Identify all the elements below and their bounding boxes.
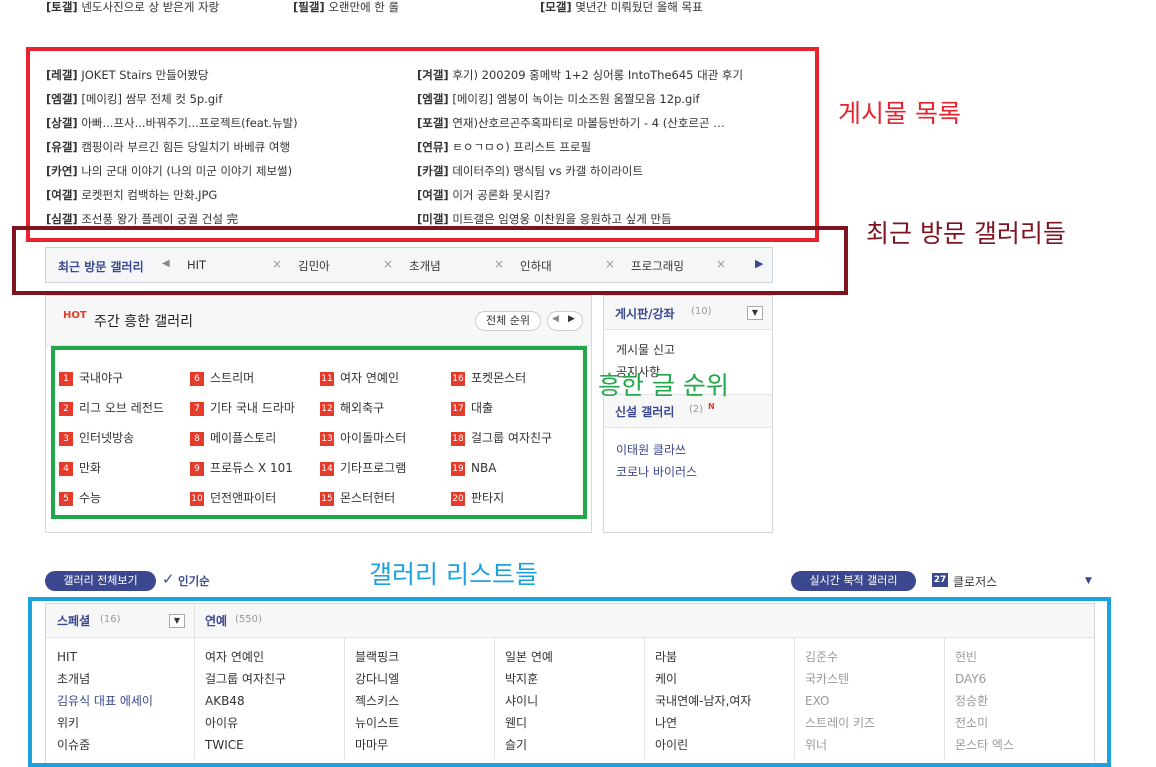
chevron-down-icon[interactable]: ▼ xyxy=(747,306,763,320)
lists-annotation-box xyxy=(28,597,1111,767)
board-title[interactable]: 게시판/강좌 xyxy=(615,305,675,322)
hot-annotation-box xyxy=(51,346,587,519)
popular-sort[interactable]: 인기순 xyxy=(178,573,210,589)
board-count: (10) xyxy=(691,306,712,317)
all-galleries-button[interactable]: 갤러리 전체보기 xyxy=(45,571,156,591)
new-gallery-item[interactable]: 이태원 클라쓰 xyxy=(616,441,686,458)
hot-badge: HOT xyxy=(63,310,87,321)
posts-annotation-label: 게시물 목록 xyxy=(838,99,961,128)
recent-annotation-box xyxy=(12,226,848,295)
new-gallery-item[interactable]: 코로나 바이러스 xyxy=(616,463,697,480)
lists-annotation-label: 갤러리 리스트들 xyxy=(369,560,538,589)
realtime-galleries-button[interactable]: 실시간 북적 갤러리 xyxy=(791,571,916,591)
full-rank-button[interactable]: 전체 순위 xyxy=(475,311,541,331)
chevron-down-icon[interactable]: ▼ xyxy=(1085,576,1092,586)
next-arrow-icon[interactable]: ▶ xyxy=(568,314,575,324)
hot-title: 주간 흥한 갤러리 xyxy=(94,314,194,330)
realtime-gallery-name[interactable]: 클로저스 xyxy=(953,573,997,590)
recent-annotation-label: 최근 방문 갤러리들 xyxy=(866,219,1066,248)
prev-arrow-icon[interactable]: ◀ xyxy=(552,314,559,324)
new-gallery-title[interactable]: 신설 갤러리 xyxy=(615,403,674,420)
hot-annotation-label: 흥한 글 순위 xyxy=(598,371,729,400)
post-item[interactable]: [필갤] 오랜만에 한 롤 xyxy=(293,0,399,16)
board-item[interactable]: 게시물 신고 xyxy=(616,341,675,358)
new-gallery-count: (2) xyxy=(689,404,704,415)
post-item[interactable]: [토갤] 넨도사진으로 상 받은게 자랑 xyxy=(46,0,219,16)
new-badge: N xyxy=(708,402,715,411)
check-icon: ✓ xyxy=(162,570,175,588)
realtime-rank-badge: 27 xyxy=(932,573,948,587)
posts-annotation-box xyxy=(26,47,819,242)
post-item[interactable]: [모갤] 몇년간 미뤄뒀던 올해 목표 xyxy=(540,0,703,16)
side-panel: 게시판/강좌 (10) ▼ 게시물 신고 공지사항 신설 갤러리 (2) N 이… xyxy=(603,295,773,533)
